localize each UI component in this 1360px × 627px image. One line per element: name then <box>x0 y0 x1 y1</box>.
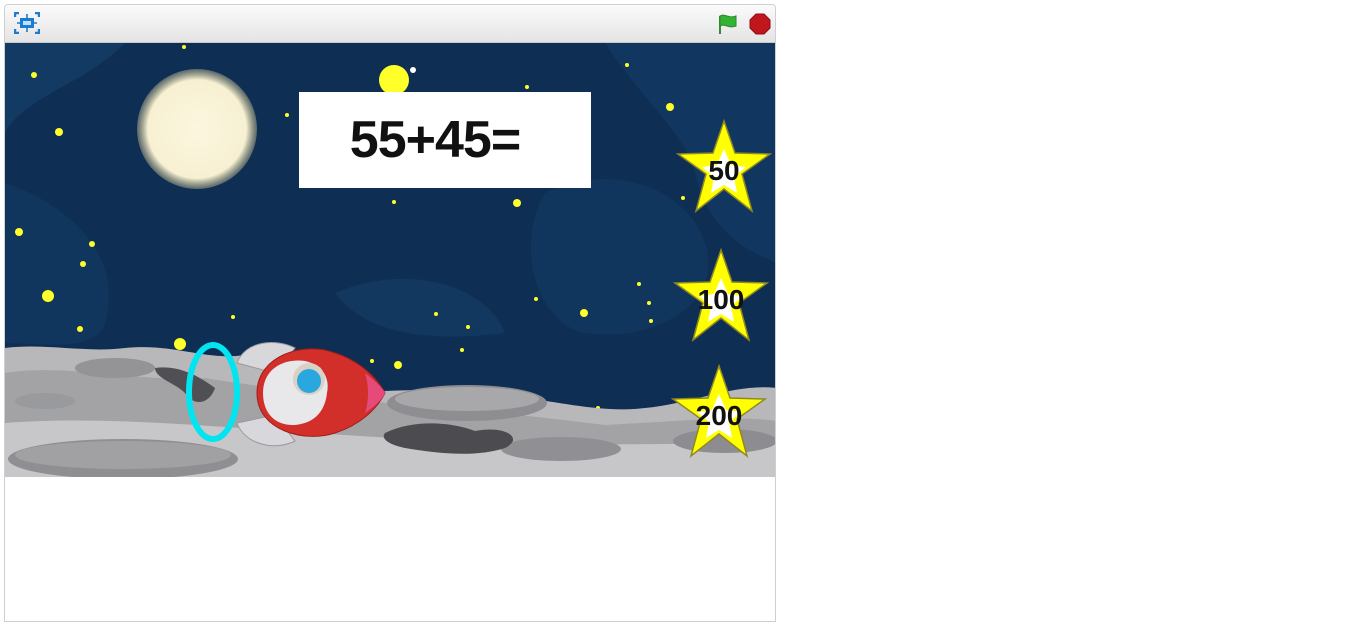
question-box: 55+45= <box>299 92 591 188</box>
stop-sign-icon <box>749 13 771 35</box>
scratch-player: 55+45= 50 100 200 <box>4 4 776 622</box>
fullscreen-button[interactable] <box>13 11 41 35</box>
fullscreen-icon <box>13 11 41 35</box>
answer-label: 50 <box>708 155 740 186</box>
project-stage[interactable]: 55+45= 50 100 200 <box>5 43 775 477</box>
player-controls-bar <box>5 5 775 43</box>
answer-star-1[interactable]: 50 <box>674 119 774 215</box>
green-flag-button[interactable] <box>716 13 740 35</box>
green-flag-icon <box>719 14 737 34</box>
answer-label: 100 <box>697 284 745 315</box>
question-text: 55+45= <box>349 111 521 169</box>
below-stage-area <box>5 477 775 621</box>
stop-button[interactable] <box>748 13 772 35</box>
answer-label: 200 <box>695 400 743 431</box>
answer-star-2[interactable]: 100 <box>671 248 771 344</box>
answer-star-3[interactable]: 200 <box>669 364 769 460</box>
